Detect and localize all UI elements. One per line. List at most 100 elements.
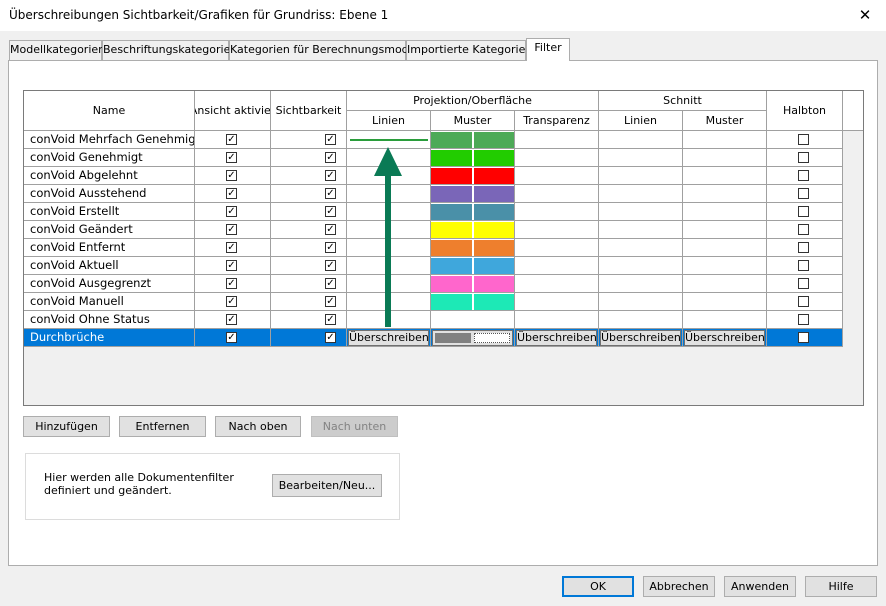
halftone-checkbox[interactable] — [798, 242, 809, 253]
visibility-checkbox[interactable]: ✓ — [325, 332, 336, 343]
row-proj-pattern-cell[interactable] — [431, 257, 515, 275]
row-cut-pattern-cell[interactable] — [683, 293, 767, 311]
visibility-checkbox[interactable]: ✓ — [325, 296, 336, 307]
row-name[interactable]: conVoid Abgelehnt — [24, 167, 195, 185]
row-transparency-cell[interactable] — [515, 185, 599, 203]
row-name[interactable]: conVoid Aktuell — [24, 257, 195, 275]
row-proj-pattern-cell[interactable] — [431, 203, 515, 221]
row-transparency-cell[interactable] — [515, 293, 599, 311]
row-cut-pattern-cell[interactable] — [683, 257, 767, 275]
row-name[interactable]: conVoid Manuell — [24, 293, 195, 311]
visibility-checkbox[interactable]: ✓ — [325, 314, 336, 325]
column-header-halftone[interactable]: Halbton — [767, 91, 843, 131]
edit-new-button[interactable]: Bearbeiten/Neu... — [272, 474, 382, 497]
row-proj-pattern-cell[interactable] — [431, 239, 515, 257]
row-proj-pattern-cell[interactable] — [431, 149, 515, 167]
row-cut-pattern-cell[interactable] — [683, 275, 767, 293]
close-icon[interactable]: ✕ — [853, 4, 877, 26]
row-proj-pattern-cell[interactable] — [431, 221, 515, 239]
override-proj-lines-button[interactable]: Überschreiben... — [348, 330, 429, 346]
row-proj-pattern-cell[interactable] — [431, 311, 515, 329]
halftone-checkbox[interactable] — [798, 224, 809, 235]
row-transparency-cell[interactable] — [515, 221, 599, 239]
in-view-checkbox[interactable]: ✓ — [226, 242, 237, 253]
row-transparency-cell[interactable] — [515, 149, 599, 167]
row-cut-lines-cell[interactable] — [599, 275, 683, 293]
row-name[interactable]: conVoid Mehrfach Genehmigt — [24, 131, 195, 149]
ok-button[interactable]: OK — [562, 576, 634, 597]
move-up-button[interactable]: Nach oben — [215, 416, 301, 437]
in-view-checkbox[interactable]: ✓ — [226, 224, 237, 235]
help-button[interactable]: Hilfe — [805, 576, 877, 597]
row-cut-pattern-cell[interactable] — [683, 221, 767, 239]
row-name-selected[interactable]: Durchbrüche — [24, 329, 195, 347]
row-proj-pattern-cell[interactable] — [431, 275, 515, 293]
column-header-proj-lines[interactable]: Linien — [347, 111, 431, 131]
row-proj-pattern-cell[interactable] — [431, 131, 515, 149]
override-proj-pattern-button[interactable] — [432, 330, 513, 346]
tab-importierte-kategorien[interactable]: Importierte Kategorien — [406, 40, 532, 60]
row-cut-pattern-cell[interactable] — [683, 149, 767, 167]
visibility-checkbox[interactable]: ✓ — [325, 170, 336, 181]
in-view-checkbox[interactable]: ✓ — [226, 170, 237, 181]
in-view-checkbox[interactable]: ✓ — [226, 314, 237, 325]
row-cut-lines-cell[interactable] — [599, 185, 683, 203]
row-transparency-cell[interactable] — [515, 131, 599, 149]
row-name[interactable]: conVoid Ohne Status — [24, 311, 195, 329]
column-header-cut-pattern[interactable]: Muster — [683, 111, 767, 131]
visibility-checkbox[interactable]: ✓ — [325, 152, 336, 163]
row-cut-pattern-cell[interactable] — [683, 167, 767, 185]
row-name[interactable]: conVoid Ausstehend — [24, 185, 195, 203]
override-transparency-button[interactable]: Überschreiben... — [516, 330, 597, 346]
in-view-checkbox[interactable]: ✓ — [226, 332, 237, 343]
column-header-proj-pattern[interactable]: Muster — [431, 111, 515, 131]
remove-button[interactable]: Entfernen — [119, 416, 206, 437]
row-name[interactable]: conVoid Ausgegrenzt — [24, 275, 195, 293]
tab-berechnungsmodell[interactable]: Kategorien für Berechnungsmodell — [229, 40, 422, 60]
halftone-checkbox[interactable] — [798, 134, 809, 145]
column-header-name[interactable]: Name — [24, 91, 195, 131]
column-header-proj-transparency[interactable]: Transparenz — [515, 111, 599, 131]
row-transparency-cell[interactable] — [515, 167, 599, 185]
visibility-checkbox[interactable]: ✓ — [325, 278, 336, 289]
row-cut-lines-cell[interactable] — [599, 203, 683, 221]
row-name[interactable]: conVoid Genehmigt — [24, 149, 195, 167]
halftone-checkbox[interactable] — [798, 296, 809, 307]
halftone-checkbox[interactable] — [798, 314, 809, 325]
cancel-button[interactable]: Abbrechen — [643, 576, 715, 597]
in-view-checkbox[interactable]: ✓ — [226, 278, 237, 289]
in-view-checkbox[interactable]: ✓ — [226, 260, 237, 271]
halftone-checkbox[interactable] — [798, 188, 809, 199]
row-cut-lines-cell[interactable] — [599, 311, 683, 329]
column-header-in-view[interactable]: In Ansicht aktivieren — [195, 91, 271, 131]
tab-filter[interactable]: Filter — [526, 38, 570, 61]
row-cut-pattern-cell[interactable] — [683, 239, 767, 257]
tab-modellkategorien[interactable]: Modellkategorien — [9, 40, 105, 60]
halftone-checkbox[interactable] — [798, 278, 809, 289]
row-cut-lines-cell[interactable] — [599, 221, 683, 239]
visibility-checkbox[interactable]: ✓ — [325, 260, 336, 271]
in-view-checkbox[interactable]: ✓ — [226, 188, 237, 199]
in-view-checkbox[interactable]: ✓ — [226, 152, 237, 163]
row-cut-pattern-cell[interactable] — [683, 203, 767, 221]
row-transparency-cell[interactable] — [515, 203, 599, 221]
row-transparency-cell[interactable] — [515, 311, 599, 329]
row-proj-pattern-cell[interactable] — [431, 293, 515, 311]
visibility-checkbox[interactable]: ✓ — [325, 188, 336, 199]
row-name[interactable]: conVoid Erstellt — [24, 203, 195, 221]
in-view-checkbox[interactable]: ✓ — [226, 206, 237, 217]
halftone-checkbox[interactable] — [798, 332, 809, 343]
row-cut-pattern-cell[interactable] — [683, 131, 767, 149]
row-cut-lines-cell[interactable] — [599, 149, 683, 167]
halftone-checkbox[interactable] — [798, 170, 809, 181]
tab-beschriftungskategorien[interactable]: Beschriftungskategorien — [102, 40, 237, 60]
halftone-checkbox[interactable] — [798, 152, 809, 163]
row-name[interactable]: conVoid Entfernt — [24, 239, 195, 257]
apply-button[interactable]: Anwenden — [724, 576, 796, 597]
row-cut-lines-cell[interactable] — [599, 257, 683, 275]
override-cut-lines-button[interactable]: Überschreiben... — [600, 330, 681, 346]
add-button[interactable]: Hinzufügen — [23, 416, 110, 437]
row-proj-pattern-cell[interactable] — [431, 185, 515, 203]
visibility-checkbox[interactable]: ✓ — [325, 242, 336, 253]
row-cut-lines-cell[interactable] — [599, 167, 683, 185]
